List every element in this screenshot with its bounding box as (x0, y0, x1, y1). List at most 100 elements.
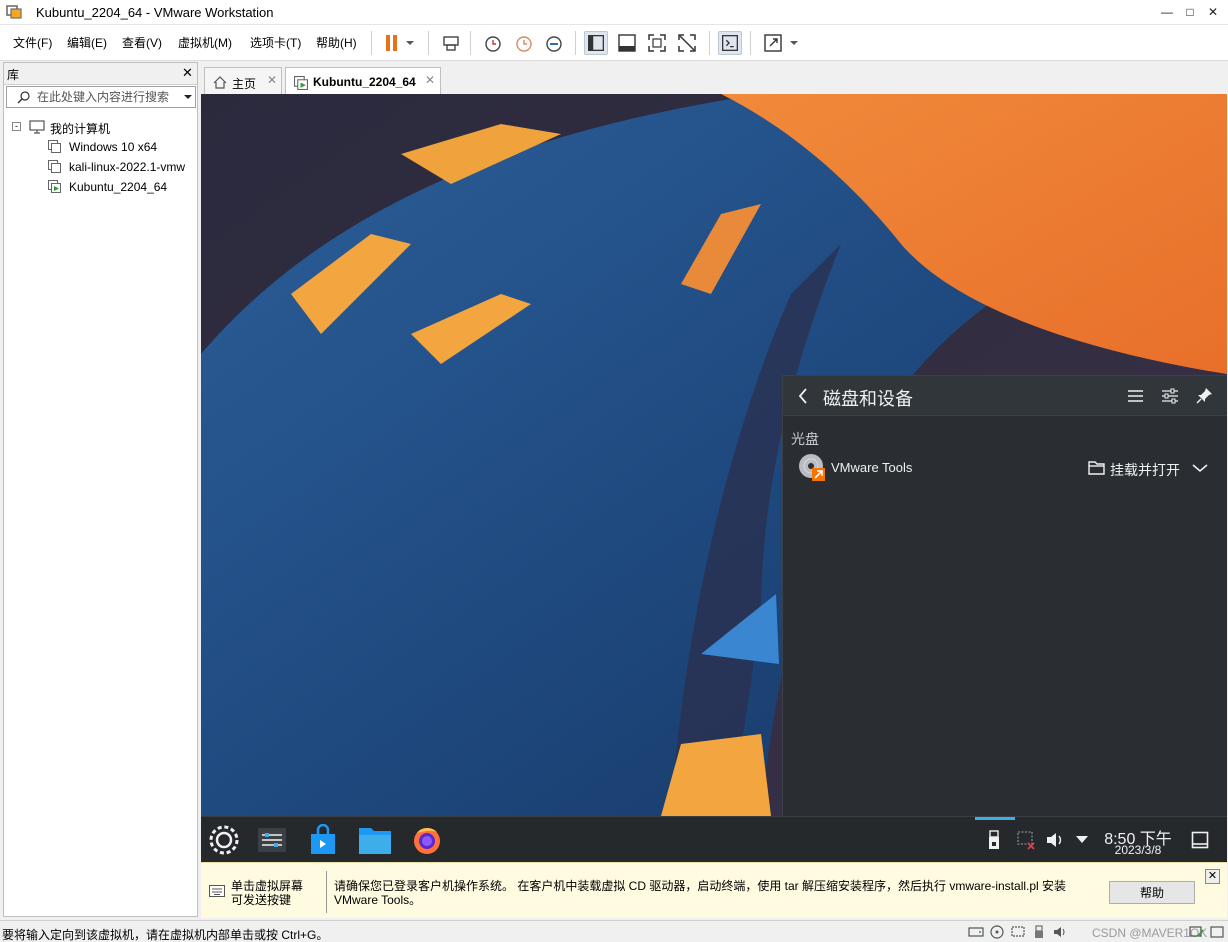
tree-item-vm[interactable]: Windows 10 x64 (48, 137, 197, 157)
menu-view[interactable]: 查看(V) (122, 34, 162, 51)
library-header: 库 ✕ (4, 63, 197, 85)
popup-title: 磁盘和设备 (823, 389, 913, 410)
snapshot-icon[interactable] (481, 31, 505, 55)
minimize-button[interactable]: — (1157, 3, 1177, 21)
status-bar: 要将输入定向到该虚拟机，请在虚拟机内部单击或按 Ctrl+G。 CSDN @MA… (0, 920, 1228, 942)
vm-label: Kubuntu_2204_64 (69, 180, 168, 194)
vm-running-icon (48, 180, 61, 193)
tree-item-vm[interactable]: Kubuntu_2204_64 (48, 177, 197, 197)
vm-icon (48, 140, 61, 153)
device-row[interactable]: VMware Tools 挂载并打开 (783, 450, 1227, 490)
search-icon (17, 91, 30, 104)
hint-message: 请确保您已登录客户机操作系统。 在客户机中装载虚拟 CD 驱动器，启动终端，使用… (334, 879, 1067, 907)
vm-label: Windows 10 x64 (69, 140, 158, 154)
chevron-down-icon[interactable] (787, 31, 801, 55)
tab-label: 主页 (232, 77, 257, 91)
tab-bar: 主页 ✕ Kubuntu_2204_64 ✕ (201, 62, 1228, 95)
kde-panel: 8:50 下午 2023/3/8 (201, 816, 1227, 862)
device-name: VMware Tools (831, 460, 913, 475)
title-bar: Kubuntu_2204_64 - VMware Workstation — □… (0, 0, 1228, 25)
section-label: 光盘 (791, 431, 819, 447)
vmware-tools-hint-bar: 单击虚拟屏幕 可发送按键 请确保您已登录客户机操作系统。 在客户机中装载虚拟 C… (201, 862, 1227, 918)
menu-toolbar: 文件(F) 编辑(E) 查看(V) 虚拟机(M) 选项卡(T) 帮助(H) (0, 25, 1228, 61)
library-title: 库 (7, 68, 20, 82)
computer-icon (29, 120, 45, 134)
show-desktop-icon[interactable] (1191, 831, 1209, 849)
configure-icon[interactable] (1161, 387, 1179, 405)
console-view-icon[interactable] (718, 31, 742, 55)
status-text: 要将输入定向到该虚拟机，请在虚拟机内部单击或按 Ctrl+G。 (2, 928, 329, 942)
mount-and-open-button[interactable]: 挂载并打开 (1110, 460, 1180, 480)
vm-label: kali-linux-2022.1-vmw (69, 160, 186, 174)
popup-header: 磁盘和设备 (783, 376, 1227, 416)
expand-tray-icon[interactable] (1075, 834, 1089, 844)
back-icon[interactable] (797, 387, 809, 405)
vm-running-icon (294, 76, 308, 90)
help-button[interactable]: 帮助 (1109, 881, 1195, 904)
close-icon[interactable]: ✕ (425, 73, 435, 87)
discover-store-icon[interactable] (308, 824, 338, 856)
full-screen-icon[interactable] (645, 31, 669, 55)
home-icon (213, 76, 227, 89)
clock-date[interactable]: 2023/3/8 (1098, 843, 1178, 857)
close-icon[interactable]: ✕ (182, 65, 193, 81)
disks-devices-popup: 磁盘和设备 光盘 VMware Tools 挂载并打开 (782, 375, 1227, 816)
search-input[interactable] (37, 89, 177, 105)
hard-disk-icon[interactable] (968, 925, 984, 939)
send-ctrl-alt-del-icon[interactable] (439, 31, 463, 55)
close-icon[interactable]: ✕ (267, 73, 277, 87)
stretch-guest-icon[interactable] (761, 31, 785, 55)
folder-icon (1088, 461, 1105, 475)
pause-icon[interactable] (380, 31, 404, 55)
vm-screen[interactable]: 磁盘和设备 光盘 VMware Tools 挂载并打开 8:50 下午 2023… (201, 94, 1227, 862)
usb-icon[interactable] (1031, 925, 1047, 939)
file-manager-icon[interactable] (358, 825, 392, 855)
pin-icon[interactable] (1196, 386, 1214, 404)
usb-drive-icon[interactable] (987, 830, 1001, 850)
close-icon[interactable]: ✕ (1205, 869, 1220, 884)
hint-click-screen: 单击虚拟屏幕 可发送按键 (231, 879, 304, 907)
chevron-down-icon[interactable] (402, 31, 418, 55)
tab-home[interactable]: 主页 ✕ (204, 67, 282, 94)
unity-mode-icon[interactable] (675, 31, 699, 55)
application-launcher-icon[interactable] (208, 824, 240, 856)
window-title: Kubuntu_2204_64 - VMware Workstation (36, 5, 274, 20)
menu-tabs[interactable]: 选项卡(T) (250, 34, 301, 51)
menu-file[interactable]: 文件(F) (13, 34, 52, 51)
hint-divider (326, 871, 327, 913)
network-disconnected-icon[interactable] (1016, 830, 1036, 850)
revert-snapshot-icon[interactable] (512, 31, 536, 55)
collapse-icon[interactable]: - (12, 122, 21, 131)
message-log-icon[interactable] (1189, 925, 1205, 939)
library-panel: 库 ✕ - 我的计算机 Windows 10 x64 kali-linux-20… (3, 62, 198, 917)
active-indicator (975, 817, 1015, 820)
chevron-down-icon[interactable] (183, 92, 193, 102)
chevron-down-icon[interactable] (1191, 463, 1209, 473)
tree-item-my-computer[interactable]: - 我的计算机 (12, 117, 197, 137)
keyboard-icon (209, 885, 225, 897)
optical-disc-icon (799, 454, 825, 481)
thumbnail-bar-icon[interactable] (615, 31, 639, 55)
tree-item-vm[interactable]: kali-linux-2022.1-vmw (48, 157, 197, 177)
system-settings-icon[interactable] (256, 824, 288, 856)
menu-help[interactable]: 帮助(H) (316, 34, 357, 51)
network-adapter-icon[interactable] (1010, 925, 1026, 939)
vm-icon (48, 160, 61, 173)
vmware-logo-icon (6, 5, 22, 19)
library-search[interactable] (6, 86, 196, 108)
tab-label: Kubuntu_2204_64 (313, 75, 416, 89)
volume-icon[interactable] (1045, 830, 1065, 850)
snapshot-manager-icon[interactable] (542, 31, 566, 55)
menu-vm[interactable]: 虚拟机(M) (178, 34, 232, 51)
menu-icon[interactable] (1127, 388, 1144, 404)
maximize-button[interactable]: □ (1180, 3, 1200, 21)
tab-vm[interactable]: Kubuntu_2204_64 ✕ (285, 67, 441, 95)
tree-root-label: 我的计算机 (50, 122, 111, 136)
close-button[interactable]: ✕ (1203, 3, 1223, 21)
firefox-icon[interactable] (411, 824, 443, 856)
fullscreen-toggle-icon[interactable] (1209, 925, 1225, 939)
show-library-icon[interactable] (584, 31, 608, 55)
menu-edit[interactable]: 编辑(E) (67, 34, 107, 51)
sound-icon[interactable] (1052, 925, 1068, 939)
cd-rom-icon[interactable] (989, 925, 1005, 939)
